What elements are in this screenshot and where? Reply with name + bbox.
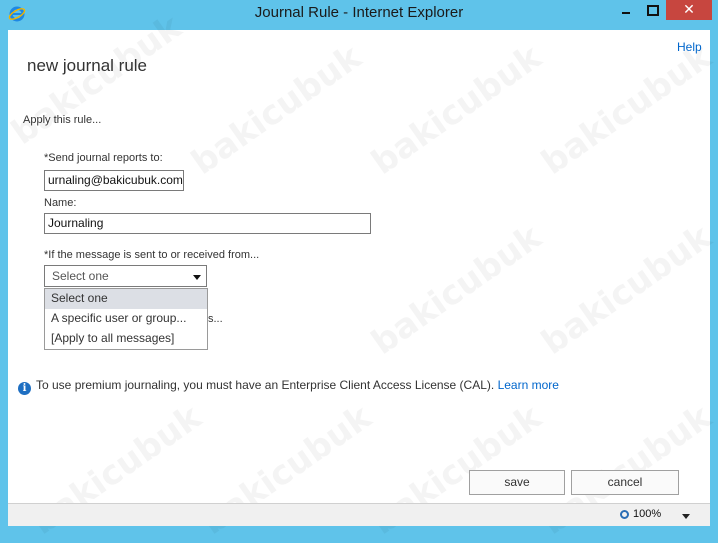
window-title: Journal Rule - Internet Explorer (254, 4, 464, 21)
chevron-down-icon (193, 275, 201, 280)
status-bar: 100% (8, 503, 710, 526)
info-text: To use premium journaling, you must have… (36, 378, 495, 392)
obscured-text: s... (208, 313, 223, 325)
zoom-level: 100% (633, 508, 662, 520)
send-to-field[interactable]: urnaling@bakicubuk.com (44, 170, 184, 191)
watermark: bakicubuk (184, 37, 368, 183)
cancel-button[interactable]: cancel (571, 470, 679, 495)
watermark: bakicubuk (364, 217, 548, 363)
dropdown-option-specific-user[interactable]: A specific user or group... (45, 309, 207, 329)
condition-dropdown-list: Select one A specific user or group... [… (44, 288, 208, 350)
dialog-content: bakicubuk bakicubuk bakicubuk bakicubuk … (4, 7, 718, 543)
help-link[interactable]: Help (677, 40, 702, 54)
zoom-control[interactable]: 100% (620, 508, 661, 520)
browser-window: Journal Rule - Internet Explorer ✕ bakic… (0, 0, 718, 543)
close-icon: ✕ (683, 2, 695, 18)
minimize-button[interactable] (614, 0, 638, 20)
apply-rule-label: Apply this rule... (23, 114, 102, 126)
maximize-button[interactable] (640, 0, 664, 20)
close-button[interactable]: ✕ (666, 0, 712, 20)
save-button[interactable]: save (469, 470, 565, 495)
info-message: i To use premium journaling, you must hav… (18, 378, 559, 395)
page-title: new journal rule (27, 56, 148, 75)
condition-select-value: Select one (52, 269, 109, 283)
watermark: bakicubuk (534, 217, 718, 363)
dropdown-option-select-one[interactable]: Select one (45, 289, 207, 309)
watermark: bakicubuk (364, 37, 548, 183)
title-bar[interactable]: Journal Rule - Internet Explorer ✕ (0, 0, 718, 30)
zoom-dropdown-icon[interactable] (682, 514, 690, 519)
dropdown-option-apply-all[interactable]: [Apply to all messages] (45, 329, 207, 349)
learn-more-link[interactable]: Learn more (498, 378, 559, 392)
zoom-icon (620, 510, 629, 519)
name-label: Name: (44, 197, 77, 209)
info-icon: i (18, 382, 31, 395)
watermark: bakicubuk (534, 37, 718, 183)
condition-label: *If the message is sent to or received f… (44, 249, 260, 261)
condition-select[interactable]: Select one (44, 265, 207, 287)
send-to-label: *Send journal reports to: (44, 152, 163, 164)
maximize-icon (647, 5, 659, 16)
name-field[interactable]: Journaling (44, 213, 371, 234)
minimize-icon (622, 12, 630, 14)
